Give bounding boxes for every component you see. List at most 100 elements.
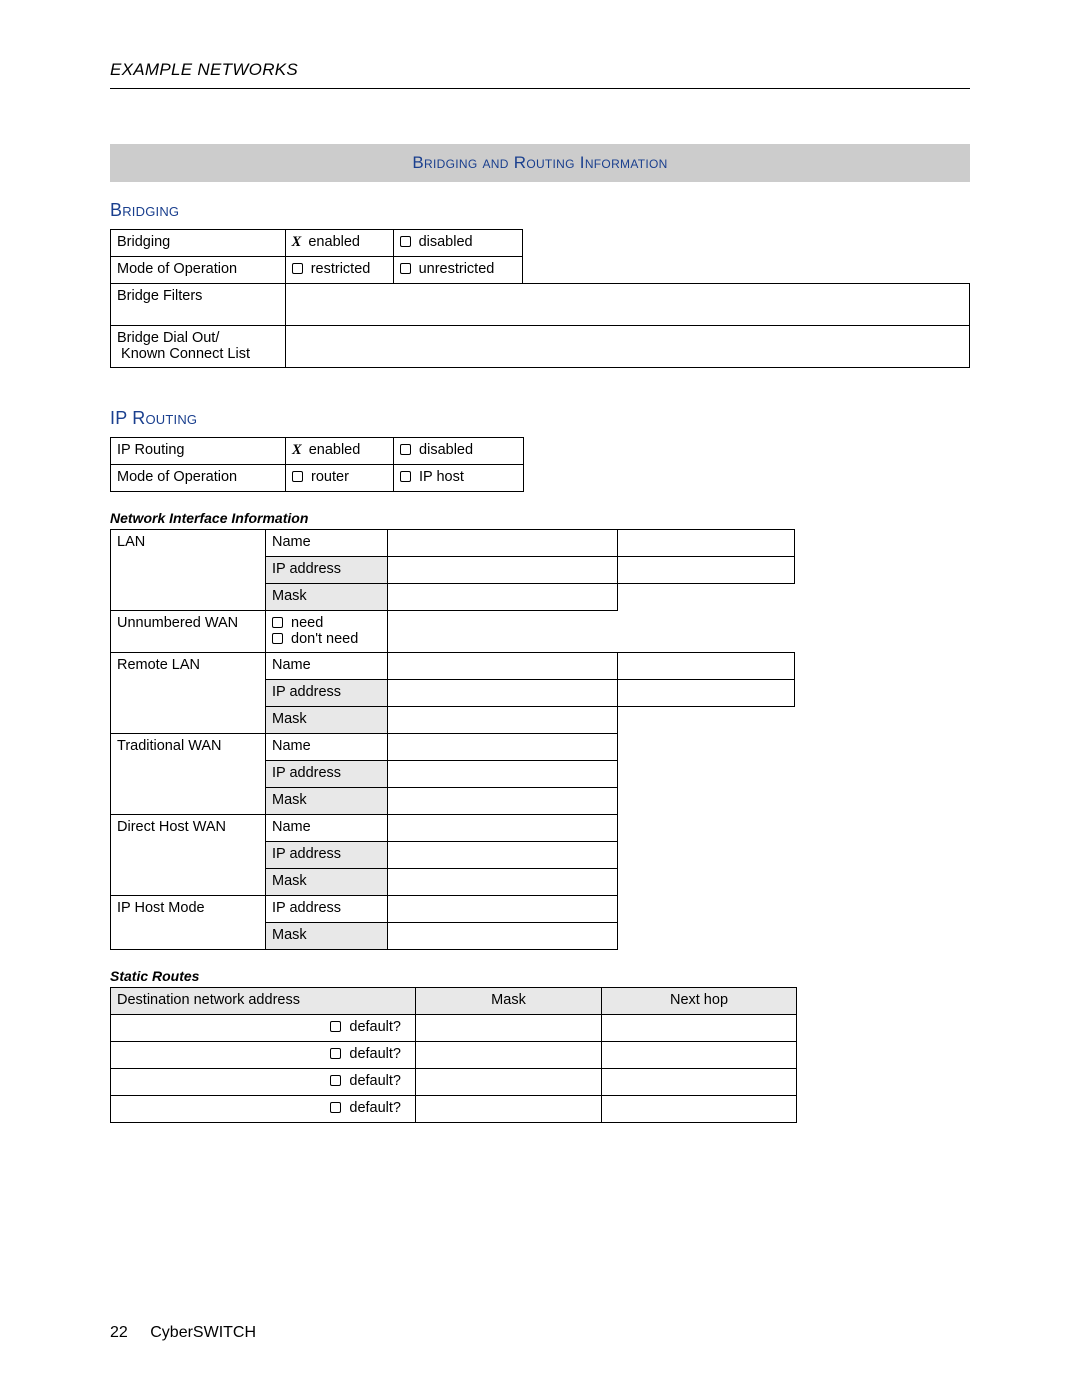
value-cell: [388, 842, 618, 869]
default-cell: default?: [111, 1096, 416, 1123]
checkbox-icon: [272, 617, 283, 628]
row-label: Mode of Operation: [111, 465, 286, 492]
value-cell: [602, 1069, 797, 1096]
table-row: Bridging X enabled disabled: [111, 230, 970, 257]
bridging-heading: Bridging: [110, 200, 970, 221]
row-label: IP Host Mode: [111, 896, 266, 950]
checkbox-icon: [400, 471, 411, 482]
field-label: Mask: [266, 584, 388, 611]
value-cell: [618, 680, 795, 707]
table-row: Mode of Operation restricted unrestricte…: [111, 257, 970, 284]
row-label: Traditional WAN: [111, 734, 266, 815]
x-mark: X: [292, 442, 302, 458]
value-cell: [618, 530, 795, 557]
option-cell: router: [286, 465, 394, 492]
ip-routing-heading: IP Routing: [110, 408, 970, 429]
value-cell: [618, 557, 795, 584]
ip-routing-table: IP Routing X enabled disabled Mode of Op…: [110, 437, 524, 492]
row-label: Mode of Operation: [111, 257, 286, 284]
value-cell: [388, 707, 618, 734]
checkbox-icon: [272, 633, 283, 644]
value-cell: [602, 1015, 797, 1042]
nib-title: Network Interface Information: [110, 510, 970, 526]
table-row: LAN Name: [111, 530, 795, 557]
table-row: default?: [111, 1042, 797, 1069]
option-cell: need don't need: [266, 611, 388, 653]
row-label: LAN: [111, 530, 266, 611]
table-row: Direct Host WAN Name: [111, 815, 795, 842]
value-cell: [388, 680, 618, 707]
field-label: Name: [266, 653, 388, 680]
checkbox-icon: [292, 471, 303, 482]
option-cell: IP host: [394, 465, 524, 492]
static-routes-table: Destination network address Mask Next ho…: [110, 987, 797, 1123]
checkbox-icon: [330, 1075, 341, 1086]
table-row: IP Host Mode IP address: [111, 896, 795, 923]
default-cell: default?: [111, 1042, 416, 1069]
field-label: Mask: [266, 923, 388, 950]
value-cell: [602, 1042, 797, 1069]
table-row: IP Routing X enabled disabled: [111, 438, 524, 465]
option-cell: disabled: [394, 438, 524, 465]
table-header-row: Destination network address Mask Next ho…: [111, 988, 797, 1015]
table-row: Bridge Dial Out/ Known Connect List: [111, 326, 970, 368]
static-routes-title: Static Routes: [110, 968, 970, 984]
field-label: IP address: [266, 896, 388, 923]
section-title-bar: Bridging and Routing Information: [110, 144, 970, 182]
value-cell: [285, 284, 523, 326]
value-cell: [388, 557, 618, 584]
field-label: Mask: [266, 788, 388, 815]
table-row: Traditional WAN Name: [111, 734, 795, 761]
value-cell: [523, 326, 970, 368]
value-cell: [602, 1096, 797, 1123]
table-row: Unnumbered WAN need don't need: [111, 611, 795, 653]
value-cell: [388, 869, 618, 896]
option-cell: restricted: [285, 257, 393, 284]
option-cell: disabled: [393, 230, 523, 257]
value-cell: [388, 761, 618, 788]
page-footer: 22 CyberSWITCH: [110, 1324, 256, 1342]
default-cell: default?: [111, 1015, 416, 1042]
field-label: Name: [266, 530, 388, 557]
value-cell: [388, 530, 618, 557]
field-label: Name: [266, 734, 388, 761]
row-label: Bridge Filters: [111, 284, 286, 326]
value-cell: [388, 896, 618, 923]
field-label: IP address: [266, 761, 388, 788]
option-cell: unrestricted: [393, 257, 523, 284]
row-label: Direct Host WAN: [111, 815, 266, 896]
value-cell: [388, 734, 618, 761]
page-number: 22: [110, 1324, 128, 1341]
field-label: Name: [266, 815, 388, 842]
value-cell: [523, 284, 970, 326]
field-label: IP address: [266, 680, 388, 707]
value-cell: [618, 653, 795, 680]
table-row: default?: [111, 1015, 797, 1042]
col-header: Mask: [416, 988, 602, 1015]
field-label: Mask: [266, 869, 388, 896]
checkbox-icon: [400, 236, 411, 247]
table-row: Mode of Operation router IP host: [111, 465, 524, 492]
value-cell: [388, 923, 618, 950]
option-cell: X enabled: [286, 438, 394, 465]
checkbox-icon: [330, 1021, 341, 1032]
x-mark: X: [292, 234, 302, 250]
value-cell: [416, 1096, 602, 1123]
row-label: Bridging: [111, 230, 286, 257]
row-label: Bridge Dial Out/ Known Connect List: [111, 326, 286, 368]
checkbox-icon: [400, 444, 411, 455]
value-cell: [388, 788, 618, 815]
default-cell: default?: [111, 1069, 416, 1096]
row-label: Unnumbered WAN: [111, 611, 266, 653]
option-cell: X enabled: [285, 230, 393, 257]
table-row: default?: [111, 1069, 797, 1096]
value-cell: [388, 815, 618, 842]
page-header: EXAMPLE NETWORKS: [110, 60, 970, 89]
field-label: IP address: [266, 842, 388, 869]
field-label: IP address: [266, 557, 388, 584]
value-cell: [416, 1069, 602, 1096]
table-row: default?: [111, 1096, 797, 1123]
checkbox-icon: [330, 1048, 341, 1059]
checkbox-icon: [400, 263, 411, 274]
row-label: IP Routing: [111, 438, 286, 465]
